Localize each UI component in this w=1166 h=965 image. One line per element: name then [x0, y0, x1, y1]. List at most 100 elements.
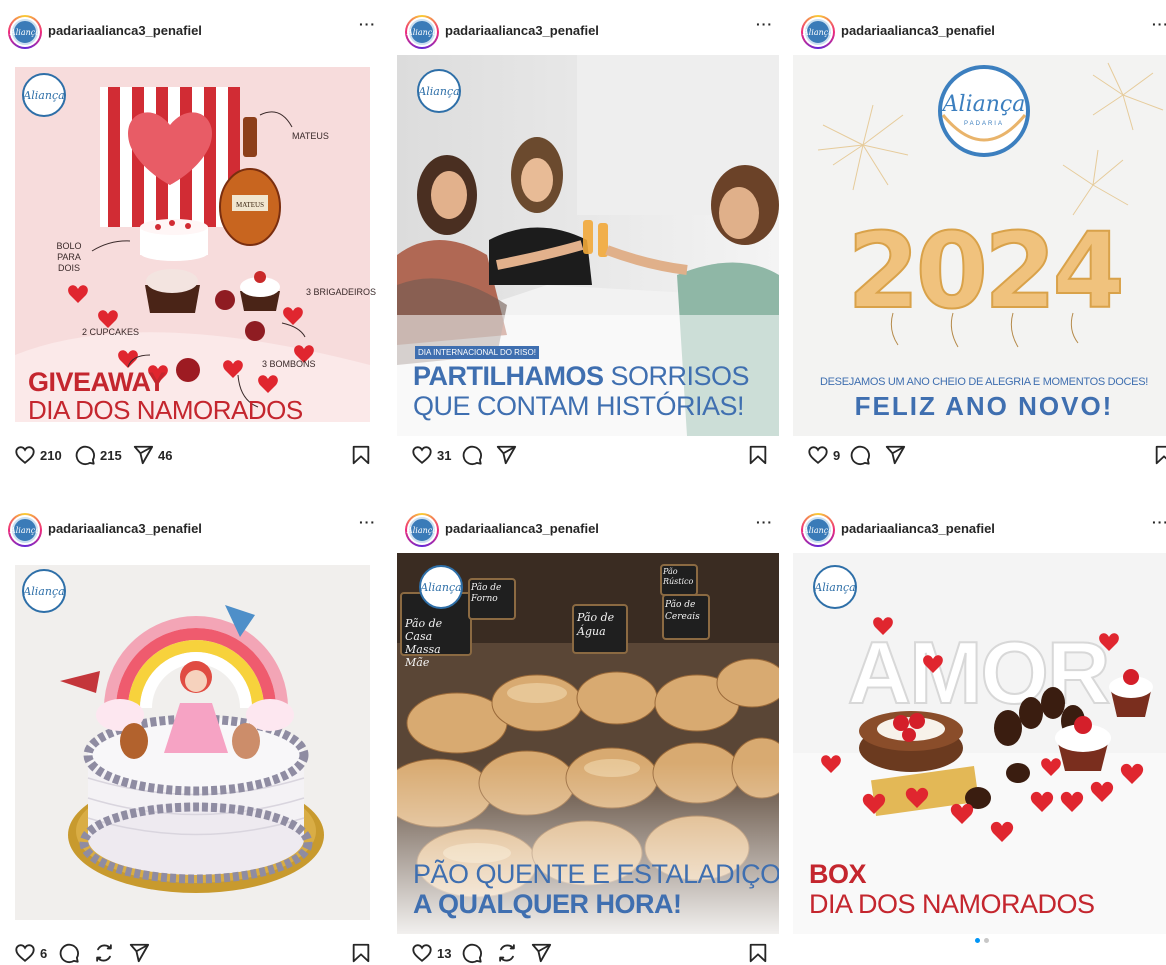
brand-logo: Aliança: [22, 73, 66, 117]
brand-logo-text: Aliança: [942, 92, 1026, 117]
username-link[interactable]: padariaalianca3_penafiel: [445, 23, 599, 38]
comment-icon: [462, 943, 482, 964]
sign-forno: Pão de Forno: [471, 583, 502, 604]
repost-button[interactable]: [496, 942, 518, 964]
post-header: Aliança padariaalianca3_penafiel ···: [397, 504, 779, 552]
subline: DIA DOS NAMORADOS: [809, 889, 1095, 919]
more-options-icon[interactable]: ···: [1152, 16, 1166, 32]
share-button[interactable]: [128, 942, 150, 964]
share-button[interactable]: [495, 444, 517, 466]
year-balloons: 2024: [847, 210, 1120, 332]
like-count: 31: [437, 447, 452, 463]
like-count: 9: [833, 447, 841, 463]
more-options-icon[interactable]: ···: [359, 16, 376, 32]
share-button[interactable]: [884, 444, 906, 466]
label-bombons: 3 BOMBONS: [262, 359, 316, 369]
heart-icon: [15, 446, 35, 464]
share-button[interactable]: [530, 942, 552, 964]
comment-icon: [850, 445, 870, 466]
bookmark-icon: [749, 445, 767, 465]
post-image[interactable]: Aliança Pão de Casa Massa Mãe Pão de For…: [397, 553, 779, 934]
like-button[interactable]: 31: [411, 444, 451, 466]
comment-button[interactable]: [58, 942, 80, 964]
avatar-logo: Aliança: [407, 517, 437, 543]
repost-icon: [499, 944, 515, 962]
headline-rest: SORRISOS: [603, 361, 750, 391]
username-link[interactable]: padariaalianca3_penafiel: [48, 521, 202, 536]
profile-avatar[interactable]: Aliança: [405, 15, 439, 49]
avatar-logo: Aliança: [407, 19, 437, 45]
like-button[interactable]: 210: [14, 444, 62, 466]
post-header: Aliança padariaalianca3_penafiel ···: [793, 504, 1166, 552]
avatar-logo: Aliança: [10, 517, 40, 543]
repost-button[interactable]: [93, 942, 115, 964]
post-header: Aliança padariaalianca3_penafiel ···: [0, 504, 382, 552]
more-options-icon[interactable]: ···: [1152, 514, 1166, 530]
save-button[interactable]: [350, 942, 372, 964]
like-button[interactable]: 13: [411, 942, 451, 964]
heart-icon: [15, 944, 35, 962]
share-button[interactable]: 46: [132, 444, 172, 466]
bookmark-icon: [1155, 445, 1166, 465]
bookmark-icon: [352, 445, 370, 465]
profile-avatar[interactable]: Aliança: [8, 15, 42, 49]
tag-label: DIA INTERNACIONAL DO RISO!: [415, 346, 539, 359]
profile-avatar[interactable]: Aliança: [801, 513, 835, 547]
post-giveaway: Aliança padariaalianca3_penafiel ··· MAT…: [0, 6, 382, 488]
comment-button[interactable]: [461, 444, 483, 466]
label-mateus: MATEUS: [292, 131, 329, 141]
like-button[interactable]: 6: [14, 942, 47, 964]
subline: A QUALQUER HORA!: [413, 889, 682, 919]
brand-logo: Aliança: [419, 565, 463, 609]
username-link[interactable]: padariaalianca3_penafiel: [48, 23, 202, 38]
username-link[interactable]: padariaalianca3_penafiel: [841, 23, 995, 38]
post-image[interactable]: MATEUS Aliança MATEUS BOLO PARA DOIS 3 B…: [0, 55, 382, 436]
brand-logo: Aliança: [813, 565, 857, 609]
headline: GIVEAWAY: [28, 367, 166, 397]
send-icon: [129, 943, 150, 963]
label-brigadeiros: 3 BRIGADEIROS: [306, 287, 377, 297]
save-button[interactable]: [747, 444, 769, 466]
more-options-icon[interactable]: ···: [756, 514, 773, 530]
username-link[interactable]: padariaalianca3_penafiel: [841, 521, 995, 536]
tagline: DESEJAMOS UM ANO CHEIO DE ALEGRIA E MOME…: [819, 376, 1148, 388]
princess-cake-photo: [0, 553, 382, 934]
action-bar: 210 215 46: [0, 442, 382, 472]
like-count: 210: [40, 447, 62, 463]
comment-button[interactable]: [461, 942, 483, 964]
send-icon: [885, 445, 906, 465]
send-icon: [496, 445, 517, 465]
like-count: 6: [40, 945, 48, 961]
post-riso: Aliança padariaalianca3_penafiel ··· Ali…: [397, 6, 779, 488]
like-button[interactable]: 9: [807, 444, 840, 466]
brand-logo-sub: PADARIA: [964, 121, 1004, 127]
profile-avatar[interactable]: Aliança: [801, 15, 835, 49]
save-button[interactable]: [747, 942, 769, 964]
comment-button[interactable]: 215: [74, 444, 122, 466]
sign-casa: Pão de Casa Massa Mãe: [405, 617, 443, 669]
post-header: Aliança padariaalianca3_penafiel ···: [793, 6, 1166, 54]
more-options-icon[interactable]: ···: [359, 514, 376, 530]
post-ano-novo: Aliança padariaalianca3_penafiel ··· 202…: [793, 6, 1166, 488]
post-cake: Aliança padariaalianca3_penafiel ··· Ali…: [0, 504, 382, 965]
brand-logo: Aliança: [22, 569, 66, 613]
save-button[interactable]: [350, 444, 372, 466]
comment-button[interactable]: [849, 444, 871, 466]
action-bar: 13: [397, 940, 779, 965]
profile-avatar[interactable]: Aliança: [8, 513, 42, 547]
carousel-dot-active: [975, 938, 980, 943]
headline: PARTILHAMOS SORRISOS: [413, 361, 750, 392]
post-pao: Aliança padariaalianca3_penafiel ··· Ali…: [397, 504, 779, 965]
post-image[interactable]: 2024 Aliança PADARIA DESEJAMOS UM ANO CH…: [793, 55, 1166, 436]
sign-cereais: Pão de Cereais: [665, 600, 700, 622]
save-button[interactable]: [1153, 444, 1166, 466]
comment-count: 215: [100, 447, 122, 463]
profile-avatar[interactable]: Aliança: [405, 513, 439, 547]
post-image[interactable]: Aliança DIA INTERNACIONAL DO RISO! PARTI…: [397, 55, 779, 436]
label-cupcakes: 2 CUPCAKES: [82, 327, 140, 337]
headline: PÃO QUENTE E ESTALADIÇO: [413, 859, 779, 889]
post-image[interactable]: Aliança: [0, 553, 382, 934]
post-image[interactable]: AMOR Aliança BOX DIA DOS NAMORADOS: [793, 553, 1166, 934]
username-link[interactable]: padariaalianca3_penafiel: [445, 521, 599, 536]
more-options-icon[interactable]: ···: [756, 16, 773, 32]
